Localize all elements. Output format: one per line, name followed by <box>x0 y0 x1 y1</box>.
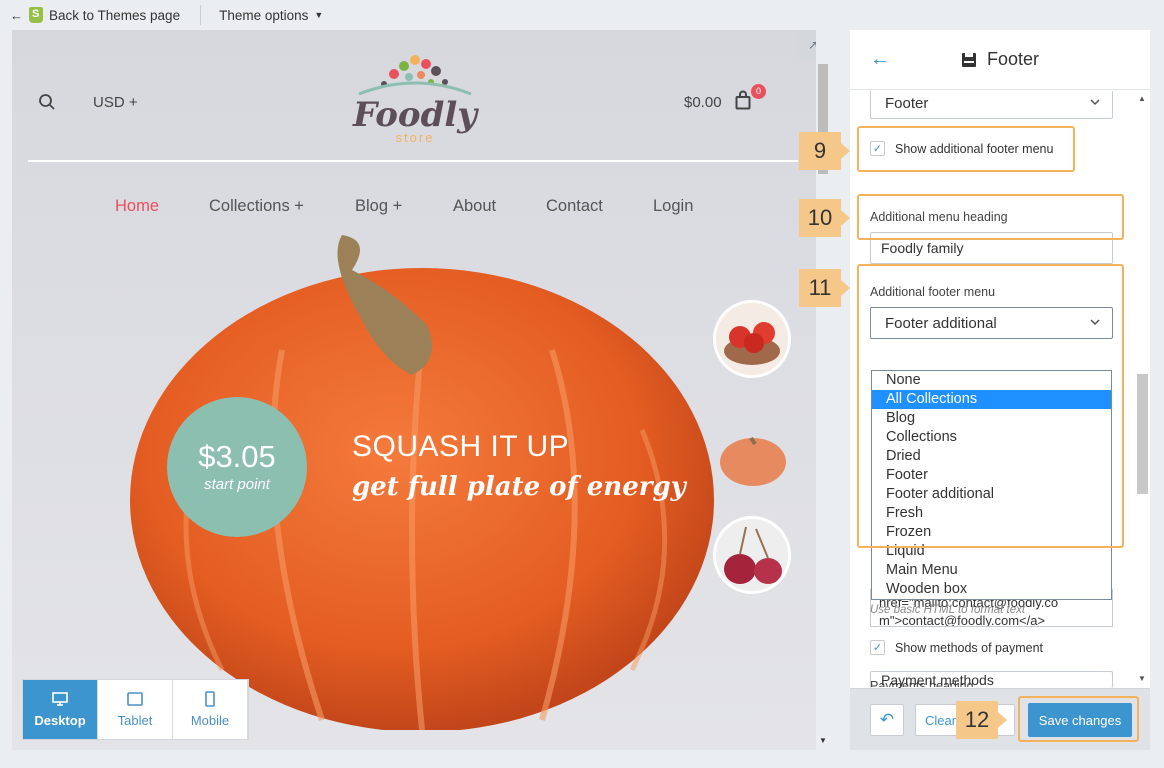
caret-down-icon: ▼ <box>314 10 324 20</box>
currency-label: USD <box>93 94 125 111</box>
dropdown-option[interactable]: Main Menu <box>872 561 1111 580</box>
scroll-up-icon[interactable]: ▲ <box>1138 94 1146 103</box>
mobile-icon <box>205 691 215 707</box>
nav-home[interactable]: Home <box>115 197 159 216</box>
nav-about[interactable]: About <box>453 197 496 216</box>
undo-icon: ↶ <box>879 710 895 729</box>
device-desktop-label: Desktop <box>34 713 86 728</box>
tomatoes-thumbnail[interactable] <box>713 300 791 378</box>
payments-heading-input[interactable]: Payment methods <box>870 671 1113 688</box>
dropdown-option[interactable]: Wooden box <box>872 580 1111 599</box>
currency-selector[interactable]: USD + <box>93 94 138 111</box>
undo-button[interactable]: ↶ <box>870 704 904 736</box>
show-payment-methods-label: Show methods of payment <box>895 640 1043 655</box>
onions-thumbnail[interactable] <box>713 516 791 594</box>
callout-number: 12 <box>956 701 1007 739</box>
help-text: Use basic HTML to format text <box>870 604 1026 616</box>
header-divider <box>28 160 798 162</box>
show-payment-methods-checkbox[interactable]: ✓ Show methods of payment <box>870 640 1043 655</box>
device-tablet-label: Tablet <box>117 713 153 728</box>
nav-collections[interactable]: Collections + <box>209 197 304 216</box>
hero-heading: SQUASH IT UP <box>352 430 570 463</box>
back-to-themes-link[interactable]: ← Back to Themes page <box>0 0 180 30</box>
callout-box <box>857 126 1075 172</box>
footer-menu-select-value: Footer <box>885 94 929 112</box>
store-preview: USD + Foodly store $0.00 0 Home Collecti… <box>12 30 816 750</box>
cart-count-badge: 0 <box>751 84 766 99</box>
device-tablet-button[interactable]: Tablet <box>98 680 173 739</box>
panel-scrollbar[interactable]: ▲ ▼ <box>1136 92 1150 687</box>
callout-number: 9 <box>799 132 850 170</box>
scroll-down-icon[interactable]: ▼ <box>1138 674 1146 683</box>
footer-menu-select[interactable]: Footer <box>870 91 1113 119</box>
tablet-icon <box>127 692 143 706</box>
panel-header: ← Footer <box>850 30 1150 90</box>
logo-subtext: store <box>396 130 435 145</box>
desktop-icon <box>52 692 68 706</box>
back-arrow-icon[interactable]: ← <box>870 48 890 71</box>
main-nav: Home Collections + Blog + About Contact … <box>12 197 816 219</box>
cart-amount: $0.00 <box>684 94 722 111</box>
device-mobile-label: Mobile <box>190 713 230 728</box>
price-subtitle: start point <box>204 476 270 493</box>
nav-blog[interactable]: Blog + <box>355 197 402 216</box>
panel-scrollbar-thumb[interactable] <box>1137 374 1148 494</box>
price-badge: $3.05 start point <box>167 397 307 537</box>
callout-number: 11 <box>799 269 850 307</box>
callout-number: 10 <box>799 199 850 237</box>
back-to-themes-label: Back to Themes page <box>49 7 181 23</box>
callout-box <box>857 264 1124 548</box>
footer-section-icon <box>961 52 976 67</box>
panel-title: Footer <box>986 49 1040 69</box>
theme-options-dropdown[interactable]: Theme options ▼ <box>219 8 323 23</box>
top-bar: ← Back to Themes page Theme options ▼ <box>0 0 1164 30</box>
nav-contact[interactable]: Contact <box>546 197 603 216</box>
search-icon[interactable] <box>38 93 56 111</box>
shopify-icon <box>29 7 43 23</box>
callout-box <box>1018 696 1139 742</box>
cart-icon[interactable] <box>735 90 751 110</box>
device-mobile-button[interactable]: Mobile <box>173 680 248 739</box>
scroll-down-icon[interactable]: ▼ <box>819 736 827 745</box>
callout-box <box>857 194 1124 240</box>
device-desktop-button[interactable]: Desktop <box>23 680 98 739</box>
divider <box>200 5 202 25</box>
chevron-down-icon <box>1090 99 1100 106</box>
arrow-left-icon: ← <box>10 7 23 23</box>
pumpkin-thumbnail[interactable] <box>717 422 795 500</box>
checkmark-icon: ✓ <box>870 640 885 655</box>
clear-button-label: Clear <box>925 712 957 728</box>
logo-text: Foodly <box>352 95 479 135</box>
device-switcher: Desktop Tablet Mobile <box>22 679 249 740</box>
theme-options-label: Theme options <box>219 7 309 23</box>
hero-subheading: get full plate of energy <box>352 472 686 502</box>
nav-login[interactable]: Login <box>653 197 693 216</box>
foodly-store-logo[interactable]: Foodly store <box>349 44 481 148</box>
currency-plus: + <box>128 94 138 111</box>
price-value: $3.05 <box>198 439 276 474</box>
